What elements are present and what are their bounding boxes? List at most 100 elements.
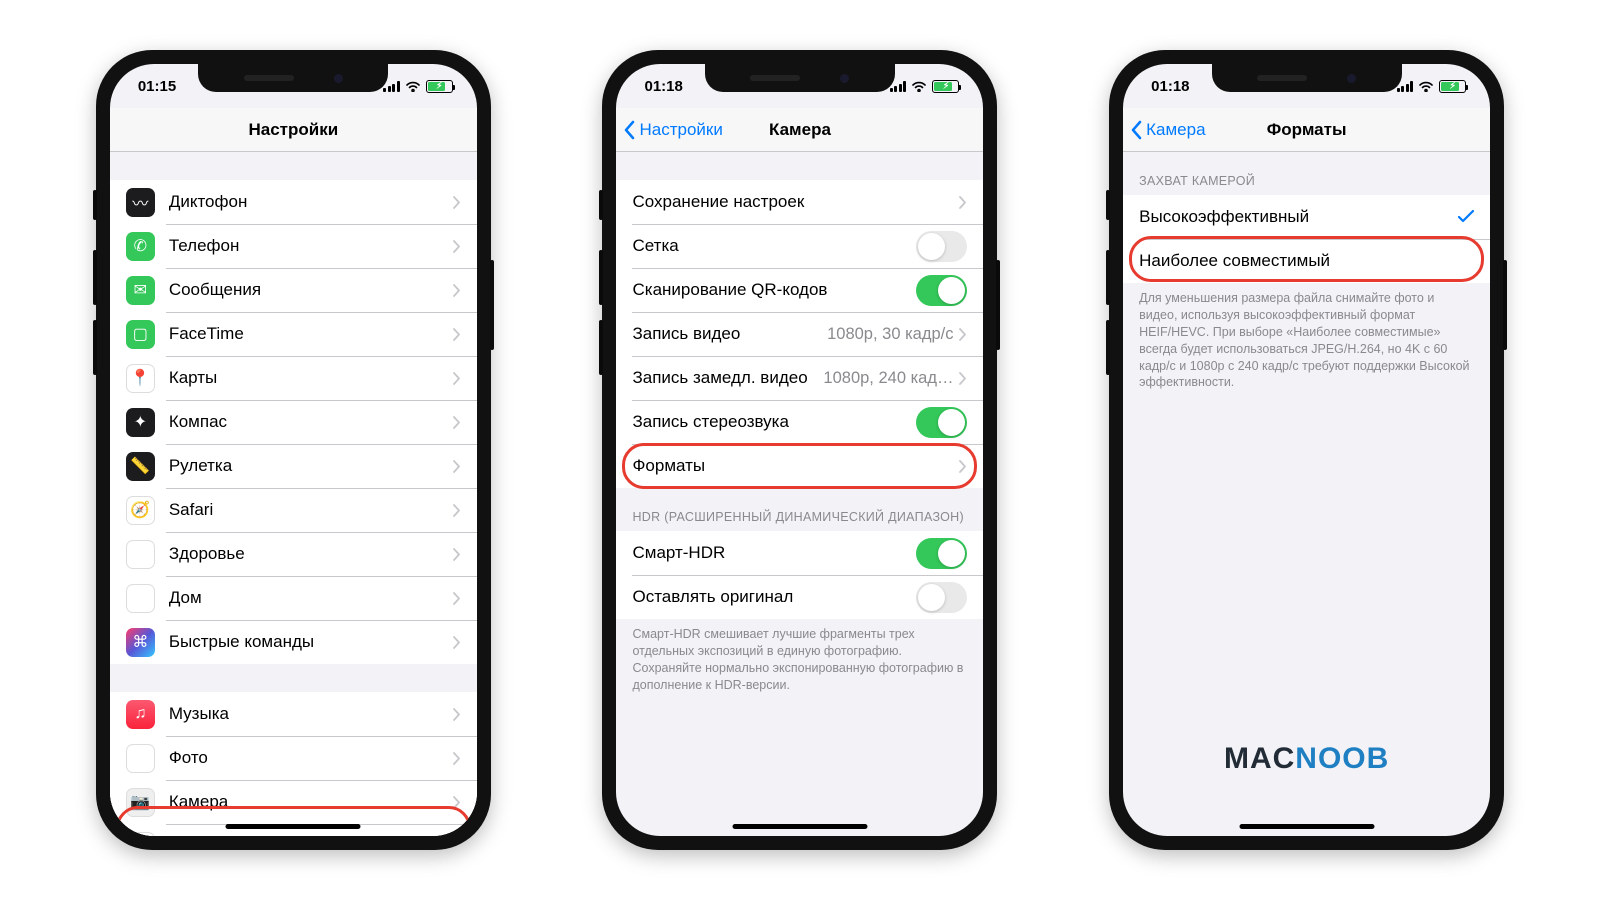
- settings-row-health[interactable]: ♥︎ Здоровье: [110, 532, 477, 576]
- row-label: Фото: [169, 748, 453, 768]
- row-smart-hdr[interactable]: Смарт-HDR: [616, 531, 983, 575]
- chevron-right-icon: [959, 196, 967, 209]
- back-label: Камера: [1146, 120, 1205, 140]
- safari-app-icon: 🧭: [126, 496, 155, 525]
- row-label: Рулетка: [169, 456, 453, 476]
- chevron-right-icon: [453, 708, 461, 721]
- nav-bar: Настройки: [110, 108, 477, 152]
- voice-app-icon: 〰: [126, 188, 155, 217]
- settings-row-camera[interactable]: 📷Камера: [110, 780, 477, 824]
- settings-row-phone[interactable]: ✆ Телефон: [110, 224, 477, 268]
- measure-app-icon: 📏: [126, 452, 155, 481]
- maps-app-icon: 📍: [126, 364, 155, 393]
- shortcuts-app-icon: ⌘: [126, 628, 155, 657]
- row-label: Быстрые команды: [169, 632, 453, 652]
- back-button[interactable]: Настройки: [616, 120, 722, 140]
- toggle-qr[interactable]: [916, 275, 967, 306]
- settings-row-voice[interactable]: 〰 Диктофон: [110, 180, 477, 224]
- settings-row-safari[interactable]: 🧭 Safari: [110, 488, 477, 532]
- toggle-smart-hdr[interactable]: [916, 538, 967, 569]
- home-app-icon: ⌂: [126, 584, 155, 613]
- msg-app-icon: ✉︎: [126, 276, 155, 305]
- notch: [705, 64, 895, 92]
- settings-row-music[interactable]: ♫ Музыка: [110, 692, 477, 736]
- toggle-keep-original[interactable]: [916, 582, 967, 613]
- chevron-right-icon: [959, 372, 967, 385]
- nav-bar: Настройки Камера: [616, 108, 983, 152]
- row-record-slomo[interactable]: Запись замедл. видео 1080p, 240 кад…: [616, 356, 983, 400]
- battery-icon: ⚡︎: [1439, 80, 1466, 93]
- chevron-right-icon: [453, 636, 461, 649]
- chevron-right-icon: [453, 592, 461, 605]
- health-app-icon: ♥︎: [126, 540, 155, 569]
- back-label: Настройки: [639, 120, 722, 140]
- chevron-right-icon: [453, 196, 461, 209]
- settings-row-photos[interactable]: ✿Фото: [110, 736, 477, 780]
- row-formats[interactable]: Форматы: [616, 444, 983, 488]
- home-indicator: [732, 824, 867, 829]
- toggle-grid[interactable]: [916, 231, 967, 262]
- row-label: Сообщения: [169, 280, 453, 300]
- row-label: Safari: [169, 500, 453, 520]
- settings-row-maps[interactable]: 📍 Карты: [110, 356, 477, 400]
- row-stereo-sound[interactable]: Запись стереозвука: [616, 400, 983, 444]
- gc-app-icon: ◉: [126, 832, 155, 837]
- settings-row-compass[interactable]: ✦ Компас: [110, 400, 477, 444]
- ft-app-icon: ▢: [126, 320, 155, 349]
- status-time: 01:15: [138, 78, 176, 95]
- row-keep-original[interactable]: Оставлять оригинал: [616, 575, 983, 619]
- home-indicator: [1239, 824, 1374, 829]
- row-label: Камера: [169, 792, 453, 812]
- section-header-hdr: HDR (РАСШИРЕННЫЙ ДИНАМИЧЕСКИЙ ДИАПАЗОН): [616, 488, 983, 531]
- chevron-right-icon: [453, 460, 461, 473]
- row-label: Карты: [169, 368, 453, 388]
- toggle-stereo[interactable]: [916, 407, 967, 438]
- chevron-right-icon: [453, 240, 461, 253]
- notch: [1212, 64, 1402, 92]
- chevron-right-icon: [453, 372, 461, 385]
- notch: [198, 64, 388, 92]
- row-grid[interactable]: Сетка: [616, 224, 983, 268]
- chevron-right-icon: [959, 460, 967, 473]
- page-title: Настройки: [110, 120, 477, 140]
- chevron-right-icon: [453, 416, 461, 429]
- detail-value: 1080p, 240 кад…: [823, 369, 953, 388]
- battery-icon: ⚡︎: [426, 80, 453, 93]
- row-record-video[interactable]: Запись видео 1080p, 30 кадр/с: [616, 312, 983, 356]
- battery-icon: ⚡︎: [932, 80, 959, 93]
- settings-row-msg[interactable]: ✉︎ Сообщения: [110, 268, 477, 312]
- chevron-right-icon: [453, 796, 461, 809]
- row-label: Телефон: [169, 236, 453, 256]
- row-label: Диктофон: [169, 192, 453, 212]
- chevron-right-icon: [453, 548, 461, 561]
- row-label: Компас: [169, 412, 453, 432]
- wifi-icon: [405, 80, 421, 92]
- section-header-capture: ЗАХВАТ КАМЕРОЙ: [1123, 152, 1490, 195]
- row-label: Музыка: [169, 704, 453, 724]
- settings-row-shortcuts[interactable]: ⌘ Быстрые команды: [110, 620, 477, 664]
- wifi-icon: [1418, 80, 1434, 92]
- phone-mockup-1: 01:15 ⚡︎ Настройки 〰 Диктофон ✆ Телефон ✉︎ Со…: [96, 50, 491, 850]
- chevron-right-icon: [453, 752, 461, 765]
- phone-app-icon: ✆: [126, 232, 155, 261]
- music-app-icon: ♫: [126, 700, 155, 729]
- row-label: FaceTime: [169, 324, 453, 344]
- checkmark-icon: [1458, 209, 1474, 225]
- watermark: MACNOOB: [1123, 742, 1490, 776]
- status-time: 01:18: [1151, 78, 1189, 95]
- chevron-right-icon: [959, 328, 967, 341]
- row-scan-qr[interactable]: Сканирование QR-кодов: [616, 268, 983, 312]
- chevron-right-icon: [453, 328, 461, 341]
- settings-row-ft[interactable]: ▢ FaceTime: [110, 312, 477, 356]
- compass-app-icon: ✦: [126, 408, 155, 437]
- row-preserve-settings[interactable]: Сохранение настроек: [616, 180, 983, 224]
- chevron-right-icon: [453, 284, 461, 297]
- back-button[interactable]: Камера: [1123, 120, 1205, 140]
- row-label: Здоровье: [169, 544, 453, 564]
- settings-row-measure[interactable]: 📏 Рулетка: [110, 444, 477, 488]
- row-high-efficiency[interactable]: Высокоэффективный: [1123, 195, 1490, 239]
- wifi-icon: [911, 80, 927, 92]
- settings-row-home[interactable]: ⌂ Дом: [110, 576, 477, 620]
- row-most-compatible[interactable]: Наиболее совместимый: [1123, 239, 1490, 283]
- row-label: Дом: [169, 588, 453, 608]
